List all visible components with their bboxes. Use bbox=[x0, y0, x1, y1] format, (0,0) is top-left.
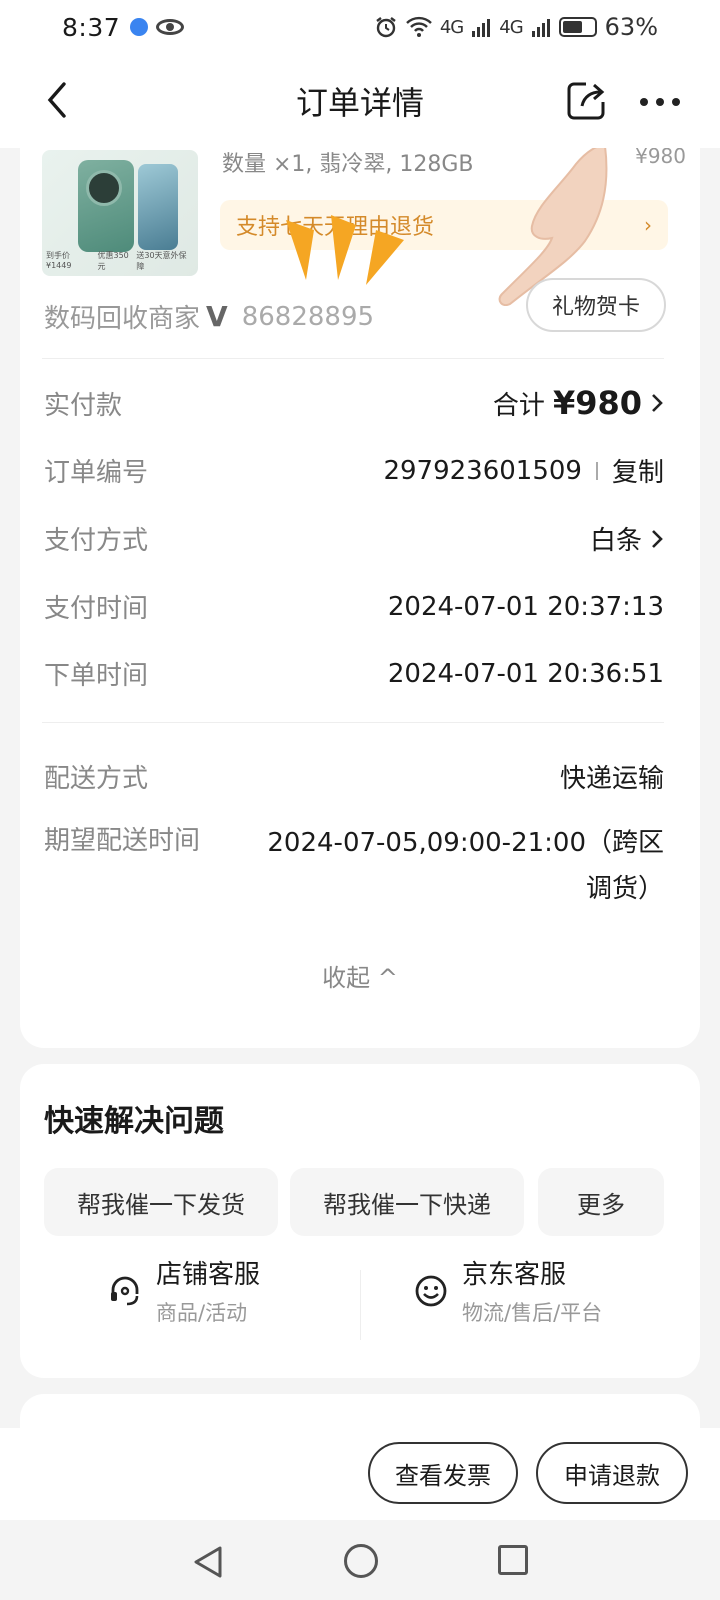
payment-time-label: 支付时间 bbox=[44, 594, 149, 624]
signal-a-label: 4G bbox=[439, 16, 464, 38]
system-nav-bar bbox=[0, 1520, 720, 1600]
quick-help-card: 快速解决问题 帮我催一下发货 帮我催一下快递 更多 店铺客服 商品/活动 京东客… bbox=[20, 1064, 700, 1378]
eye-icon bbox=[156, 19, 185, 35]
battery-percent: 63% bbox=[604, 13, 658, 41]
bottom-action-bar: 查看发票 申请退款 bbox=[0, 1428, 720, 1520]
expected-delivery-row: 期望配送时间 2024-07-05,09:00-21:00（跨区调货） bbox=[44, 820, 664, 920]
copy-button[interactable]: 复制 bbox=[612, 452, 664, 489]
shop-verified-badge: V bbox=[206, 300, 228, 333]
order-number-row: 订单编号 297923601509 复制 bbox=[44, 452, 664, 489]
smiley-icon bbox=[415, 1275, 447, 1306]
app-header: 订单详情 bbox=[0, 54, 720, 148]
wifi-icon bbox=[405, 16, 432, 37]
gift-card-button[interactable]: 礼物贺卡 bbox=[526, 278, 666, 332]
product-specs: 数量 ×1, 翡冷翠, 128GB bbox=[222, 152, 474, 177]
alarm-icon bbox=[376, 17, 396, 38]
expected-delivery-label: 期望配送时间 bbox=[44, 826, 201, 856]
separator bbox=[595, 461, 598, 480]
globe-icon bbox=[130, 18, 149, 36]
signal-a-icon bbox=[472, 19, 491, 37]
status-bar: 8:37 4G 4G 63% bbox=[0, 0, 720, 54]
order-number-label: 订单编号 bbox=[44, 458, 149, 488]
request-refund-button[interactable]: 申请退款 bbox=[536, 1442, 688, 1504]
nav-back-icon[interactable] bbox=[190, 1544, 226, 1580]
payment-time-row: 支付时间 2024-07-01 20:37:13 bbox=[44, 588, 664, 625]
shop-service-title: 店铺客服 bbox=[156, 1260, 261, 1290]
headset-icon bbox=[111, 1276, 139, 1305]
more-help-button[interactable]: 更多 bbox=[538, 1168, 664, 1236]
delivery-method-row: 配送方式 快递运输 bbox=[44, 758, 664, 795]
camera-module bbox=[86, 170, 122, 206]
payment-method: 白条 bbox=[589, 526, 642, 556]
back-arrow-icon[interactable] bbox=[40, 80, 76, 120]
jd-service-button[interactable]: 京东客服 物流/售后/平台 bbox=[414, 1254, 602, 1327]
chevron-right-icon bbox=[652, 394, 663, 412]
chevron-right-icon bbox=[652, 529, 663, 548]
total-prefix: 合计 bbox=[492, 390, 545, 421]
shop-info[interactable]: 数码回收商家 V 86828895 bbox=[44, 298, 374, 335]
delivery-method: 快递运输 bbox=[559, 764, 664, 794]
quick-help-title: 快速解决问题 bbox=[44, 1104, 224, 1139]
urge-shipping-button[interactable]: 帮我催一下发货 bbox=[44, 1168, 278, 1236]
product-thumbnail[interactable]: 到手价 ¥1449 优惠350元 送30天意外保障 bbox=[42, 150, 198, 276]
payment-method-label: 支付方式 bbox=[44, 526, 149, 556]
delivery-method-label: 配送方式 bbox=[44, 764, 149, 794]
paid-label: 实付款 bbox=[44, 390, 123, 421]
phone-front-image bbox=[138, 164, 178, 250]
payment-method-row[interactable]: 支付方式 白条 bbox=[44, 520, 664, 557]
order-number: 297923601509 bbox=[383, 455, 582, 486]
order-detail-card: 到手价 ¥1449 优惠350元 送30天意外保障 数量 ×1, 翡冷翠, 12… bbox=[20, 120, 700, 1048]
expected-delivery-time: 2024-07-05,09:00-21:00（跨区调货） bbox=[267, 828, 664, 904]
shop-id: 86828895 bbox=[241, 301, 375, 332]
paid-amount-row[interactable]: 实付款 合计 ¥980 bbox=[44, 384, 664, 422]
share-icon[interactable] bbox=[566, 80, 606, 120]
chevron-right-icon: › bbox=[644, 213, 652, 237]
total-amount: ¥980 bbox=[552, 384, 642, 422]
view-invoice-button[interactable]: 查看发票 bbox=[368, 1442, 518, 1504]
more-options-icon[interactable] bbox=[640, 98, 680, 106]
battery-icon bbox=[558, 17, 597, 37]
signal-b-icon bbox=[531, 19, 550, 37]
page-title: 订单详情 bbox=[295, 84, 424, 122]
sparkle-decoration bbox=[286, 215, 404, 285]
nav-recents-icon[interactable] bbox=[498, 1545, 528, 1575]
nav-home-icon[interactable] bbox=[344, 1544, 378, 1578]
status-icons: 4G 4G 63% bbox=[374, 13, 658, 41]
order-time-row: 下单时间 2024-07-01 20:36:51 bbox=[44, 655, 664, 692]
jd-service-subtitle: 物流/售后/平台 bbox=[462, 1301, 603, 1325]
divider bbox=[360, 1270, 361, 1340]
jd-service-title: 京东客服 bbox=[462, 1260, 567, 1290]
collapse-button[interactable]: 收起 ^ bbox=[20, 958, 700, 993]
urge-delivery-button[interactable]: 帮我催一下快递 bbox=[290, 1168, 524, 1236]
shop-service-button[interactable]: 店铺客服 商品/活动 bbox=[108, 1254, 260, 1327]
battery-level bbox=[562, 21, 582, 33]
payment-time: 2024-07-01 20:37:13 bbox=[387, 591, 664, 622]
order-time: 2024-07-01 20:36:51 bbox=[387, 658, 664, 689]
shop-service-subtitle: 商品/活动 bbox=[156, 1301, 248, 1325]
thumbnail-caption: 到手价 ¥1449 优惠350元 送30天意外保障 bbox=[46, 251, 187, 271]
divider bbox=[42, 722, 664, 723]
shop-name: 数码回收商家 bbox=[44, 304, 201, 334]
divider bbox=[42, 358, 664, 359]
clock: 8:37 bbox=[62, 12, 121, 42]
signal-b-label: 4G bbox=[499, 16, 523, 38]
order-time-label: 下单时间 bbox=[44, 661, 149, 691]
